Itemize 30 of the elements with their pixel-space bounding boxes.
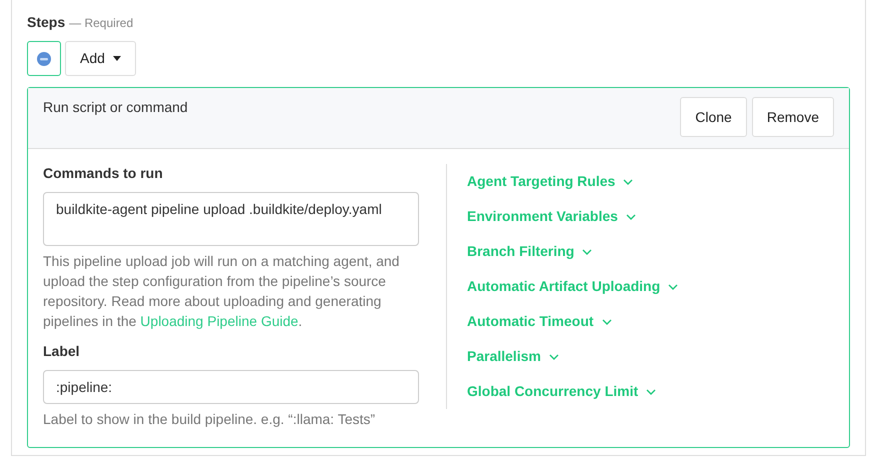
chevron-icon	[646, 388, 656, 396]
section-toggle[interactable]: Automatic Artifact Uploading	[467, 269, 678, 304]
section-toggle[interactable]: Global Concurrency Limit	[467, 374, 656, 409]
field-label: Label	[43, 342, 81, 361]
clone-button[interactable]: Clone	[680, 97, 747, 137]
step-title: Run script or command	[43, 98, 188, 117]
chevron-icon	[602, 318, 612, 326]
chevron-icon	[623, 178, 634, 186]
chevron-icon	[668, 282, 678, 290]
field-label: Commands to run	[43, 164, 164, 183]
guide-link[interactable]: Uploading Pipeline Guide	[140, 313, 298, 329]
remove-button[interactable]: Remove	[752, 97, 834, 137]
help-text: Label to show in the build pipeline. e.g. “:llama: Tests”	[43, 410, 376, 429]
caret-icon	[112, 56, 121, 61]
step-tab[interactable]	[27, 41, 61, 76]
chevron-icon	[582, 248, 592, 256]
command-field[interactable]: buildkite-agent pipeline upload .buildkite/deploy.yaml	[43, 192, 419, 246]
pipeline-icon	[37, 52, 51, 66]
chevron-icon	[626, 212, 636, 220]
section-toggle[interactable]: Parallelism	[467, 339, 559, 374]
section-toggle[interactable]: Environment Variables	[467, 199, 636, 234]
add-button[interactable]: Add	[65, 41, 136, 76]
section-toggle[interactable]: Automatic Timeout	[467, 304, 612, 339]
required-note: — Required	[69, 15, 134, 32]
section-toggle[interactable]: Branch Filtering	[467, 234, 592, 269]
chevron-icon	[548, 352, 559, 360]
help-text: This pipeline upload job will run on a matching agent, and upload the step configuration from the pipeline’s source repository. Read more about uploading and generating pipelines in the Uploading Pipeline Guide.	[43, 252, 400, 331]
section-heading: Steps	[27, 13, 66, 32]
label-field[interactable]: :pipeline:	[43, 370, 419, 404]
section-toggle[interactable]: Agent Targeting Rules	[467, 164, 634, 199]
